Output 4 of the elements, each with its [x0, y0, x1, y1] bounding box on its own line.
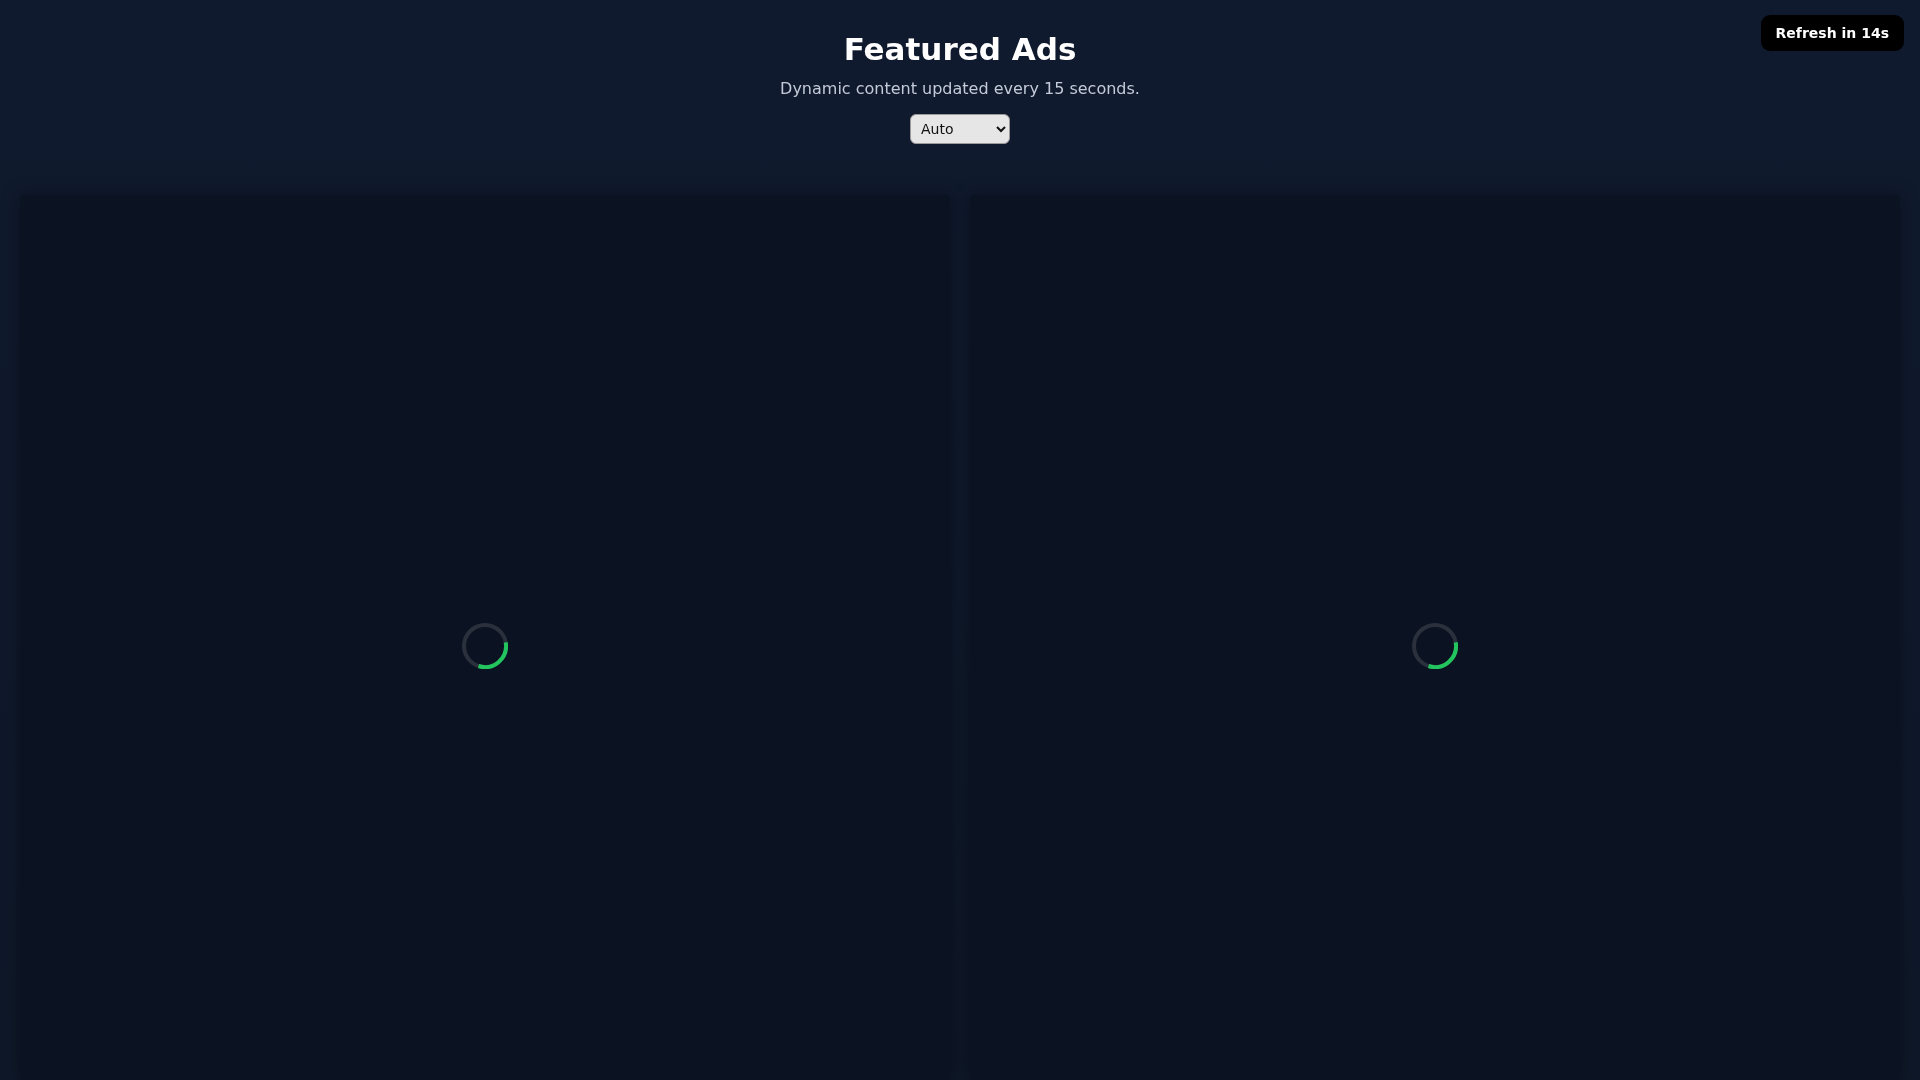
page-subtitle: Dynamic content updated every 15 seconds.: [780, 79, 1140, 99]
mode-select[interactable]: Auto: [910, 114, 1010, 144]
refresh-countdown: Refresh in 14s: [1760, 15, 1904, 51]
page-title: Featured Ads: [843, 31, 1077, 67]
